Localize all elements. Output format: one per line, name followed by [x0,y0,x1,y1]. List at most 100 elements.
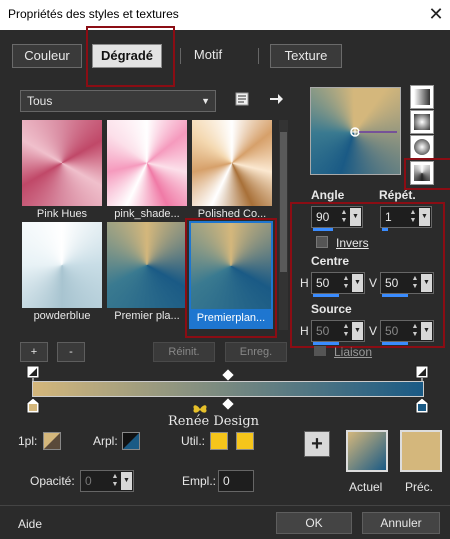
opacity-value: 0 [85,474,92,488]
location-input[interactable]: 0 [218,470,254,492]
gradient-thumb-pink-shade[interactable]: pink_shade... [107,120,189,220]
centre-v-input[interactable]: 50 ▲ ▼ ▼ [380,272,434,297]
half-triangle-icon [123,433,139,449]
first-plan-swatch[interactable] [43,432,61,450]
angle-slider[interactable] [313,228,333,231]
document-icon[interactable] [234,91,250,107]
style-radial-button[interactable] [410,135,434,159]
angle-input[interactable]: 90 ▲ ▼ ▼ [311,206,363,231]
gradient-label: pink_shade... [114,208,180,220]
gradient-preview [22,222,102,308]
stop-marker-top-left[interactable] [26,365,40,381]
source-v-value: 50 [385,324,399,338]
repeat-value: 1 [385,210,392,224]
spin-arrows-icon[interactable]: ▲ ▼ [341,275,351,291]
arrow-right-icon[interactable] [268,91,284,107]
tab-couleur[interactable]: Couleur [12,44,82,68]
scrollbar-thumb[interactable] [280,132,287,272]
chevron-down-icon[interactable]: ▼ [421,274,432,292]
add-to-swatches-button[interactable]: + [304,431,330,457]
gradient-thumb-pink-hues[interactable]: Pink Hues [22,120,104,220]
spin-arrows-icon[interactable]: ▲ ▼ [110,473,120,489]
current-swatch[interactable] [346,430,388,472]
watermark-text: Renée Design [168,414,260,429]
tab-separator [258,48,259,64]
spin-arrows-icon[interactable]: ▲ ▼ [341,323,351,339]
style-rect-button[interactable] [410,110,434,134]
close-icon[interactable]: ✕ [426,3,446,25]
tab-separator [180,48,181,64]
centre-v-slider[interactable] [382,294,408,297]
source-v-label: V [369,324,378,338]
tab-label: Couleur [24,48,70,63]
centre-v-label: V [369,276,378,290]
chevron-down-icon[interactable]: ▼ [350,208,361,226]
link-checkbox[interactable] [314,346,326,356]
midpoint-marker-top[interactable] [222,369,234,381]
remove-gradient-button[interactable]: - [57,342,85,362]
opacity-input[interactable]: 0 ▲ ▼ ▼ [80,470,134,492]
help-label[interactable]: Aide [18,517,42,531]
chevron-down-icon[interactable]: ▼ [419,208,430,226]
spin-arrows-icon[interactable]: ▲ ▼ [410,323,420,339]
cancel-button[interactable]: Annuler [362,512,440,534]
spin-arrows-icon[interactable]: ▲ ▼ [339,209,349,225]
gradient-center-handle[interactable] [349,126,399,138]
add-gradient-button[interactable]: + [20,342,48,362]
invert-checkbox[interactable] [316,236,328,248]
chevron-down-icon[interactable]: ▼ [352,274,363,292]
gradient-preview [192,120,272,206]
gradient-thumb-polished[interactable]: Polished Co... [192,120,274,220]
source-label: Source [311,302,352,316]
repeat-input[interactable]: 1 ▲ ▼ ▼ [380,206,432,231]
spin-arrows-icon[interactable]: ▲ ▼ [410,275,420,291]
gradient-thumb-powderblue[interactable]: powderblue [22,222,104,322]
category-dropdown[interactable]: Tous ▼ [20,90,216,112]
stop-marker-top-right[interactable] [415,365,429,381]
reset-button[interactable]: Réinit. [153,342,215,362]
ok-button[interactable]: OK [276,512,352,534]
midpoint-marker-bottom[interactable] [222,398,234,410]
chevron-down-icon[interactable]: ▼ [421,322,432,340]
centre-h-slider[interactable] [313,294,339,297]
location-value: 0 [223,474,230,488]
source-h-input[interactable]: 50 ▲ ▼ ▼ [311,320,365,345]
tab-motif[interactable]: Motif [182,44,234,68]
save-button[interactable]: Enreg. [225,342,287,362]
stop-marker-bottom-left[interactable] [26,398,40,414]
centre-h-input[interactable]: 50 ▲ ▼ ▼ [311,272,365,297]
chevron-down-icon[interactable]: ▼ [121,472,132,490]
user-color-swatch-1[interactable] [210,432,228,450]
chevron-down-icon[interactable]: ▼ [352,322,363,340]
centre-v-value: 50 [385,276,399,290]
gallery-scrollbar[interactable] [279,120,288,330]
rectangular-icon [414,114,430,130]
title-bar: Propriétés des styles et textures ✕ [0,0,450,30]
stop-marker-bottom-right[interactable] [415,398,429,414]
previous-swatch[interactable] [400,430,442,472]
link-label: Liaison [334,345,373,359]
centre-h-value: 50 [316,276,330,290]
first-plan-label: 1pl: [18,434,38,448]
footer-bar: Aide OK Annuler [0,505,450,539]
gradient-thumb-premier-plan[interactable]: Premier pla... [107,222,189,322]
current-label: Actuel [349,480,383,494]
gradient-bar[interactable] [32,381,424,397]
half-triangle-icon [44,433,60,449]
repeat-slider[interactable] [382,228,388,231]
gradient-preview-large[interactable] [310,87,401,175]
source-v-slider[interactable] [382,342,408,345]
background-plan-label: Arpl: [93,434,118,448]
category-value: Tous [27,94,53,108]
background-plan-swatch[interactable] [122,432,140,450]
user-color-swatch-2[interactable] [236,432,254,450]
chevron-down-icon: ▼ [201,96,210,106]
source-v-input[interactable]: 50 ▲ ▼ ▼ [380,320,434,345]
spin-arrows-icon[interactable]: ▲ ▼ [408,209,418,225]
gradient-label: Premier pla... [114,310,180,322]
gradient-label: Pink Hues [36,208,88,220]
tab-texture[interactable]: Texture [270,44,342,68]
user-color-label: Util.: [181,434,205,448]
style-linear-button[interactable] [410,85,434,109]
gradient-preview [107,120,187,206]
